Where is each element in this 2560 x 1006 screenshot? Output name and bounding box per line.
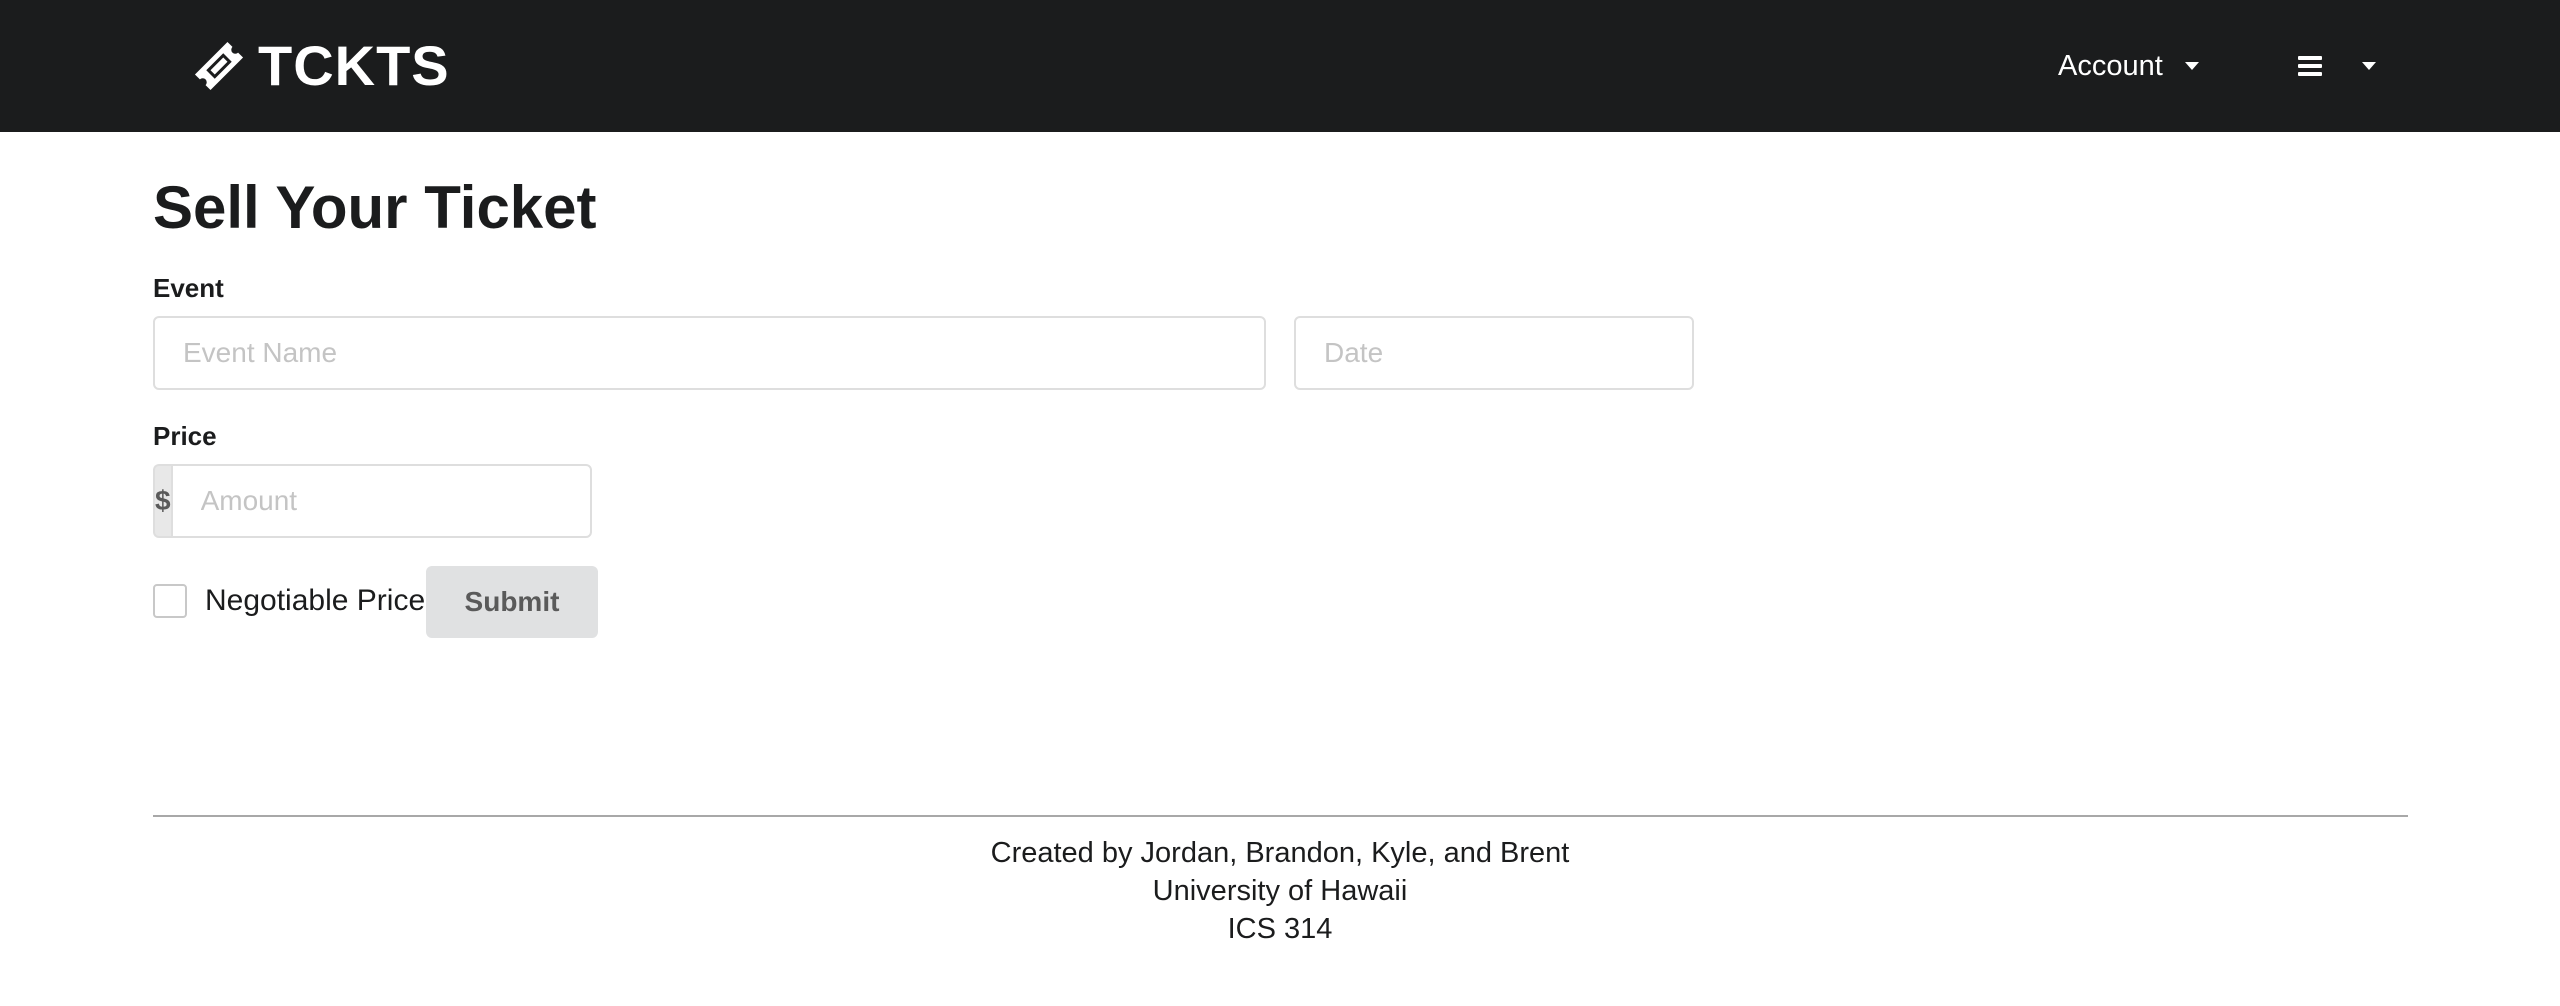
negotiable-checkbox-label: Negotiable Price? [205,584,442,617]
brand-name: TCKTS [258,34,450,97]
caret-down-icon [2184,62,2199,70]
account-dropdown[interactable]: Account [2058,44,2199,88]
page-title: Sell Your Ticket [153,174,597,241]
event-label: Event [153,273,224,303]
main-menu-dropdown[interactable] [2298,44,2376,88]
currency-addon: $ [153,464,171,538]
ticket-icon [190,37,248,95]
footer-university: University of Hawaii [1152,875,1408,907]
account-label: Account [2058,49,2163,82]
price-input-group: $ [153,464,592,538]
caret-down-icon [2362,62,2376,70]
submit-button[interactable]: Submit [426,566,598,638]
top-navbar: TCKTS Account [0,0,2560,132]
event-date-input[interactable] [1294,316,1694,390]
price-label: Price [153,421,217,451]
footer-course: ICS 314 [1227,913,1333,945]
negotiable-checkbox[interactable] [153,584,187,618]
negotiable-checkbox-row[interactable]: Negotiable Price? [153,582,442,620]
hamburger-menu-icon [2298,56,2322,76]
price-amount-input[interactable] [170,464,592,538]
event-name-input[interactable] [153,316,1266,390]
footer-credits: Created by Jordan, Brandon, Kyle, and Br… [990,837,1570,869]
brand-home-link[interactable]: TCKTS [190,34,450,98]
footer-divider [153,815,2408,817]
